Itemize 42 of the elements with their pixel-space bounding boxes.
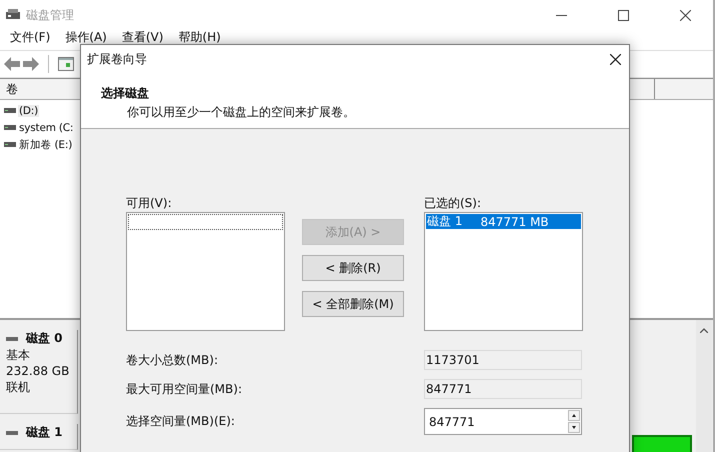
volume-item[interactable]: system (C: (18, 122, 74, 134)
drive-icon (4, 142, 16, 147)
disk-type: 基本 (6, 347, 31, 363)
menu-item[interactable]: 操作(A) (65, 30, 107, 44)
field-label: 最大可用空间量(MB): (126, 380, 243, 398)
spin-down-icon[interactable] (568, 422, 580, 433)
spin-up-icon[interactable] (568, 410, 580, 421)
disk-list-item[interactable]: 磁盘 1 847771 MB (426, 214, 581, 229)
disk-name: 磁盘 1 (26, 424, 63, 441)
scroll-up-icon[interactable] (700, 328, 708, 333)
available-list[interactable] (126, 212, 285, 331)
window-title: 磁盘管理 (26, 6, 74, 24)
list-label: 可用(V): (126, 196, 173, 210)
dialog-title: 扩展卷向导 (87, 50, 147, 68)
drive-icon (4, 108, 16, 113)
back-arrow-icon[interactable] (4, 57, 20, 71)
console-icon[interactable] (58, 57, 74, 71)
maximize-icon[interactable] (618, 10, 629, 20)
forward-arrow-icon[interactable] (23, 57, 39, 71)
drive-icon (4, 125, 16, 130)
field-label: 选择空间量(MB)(E): (126, 413, 236, 430)
readonly-field: 847771 (424, 379, 582, 399)
disk-status: 联机 (6, 379, 31, 395)
disk-name: 磁盘 0 (26, 330, 63, 347)
close-icon[interactable] (610, 54, 621, 64)
field-label: 卷大小总数(MB): (126, 352, 219, 368)
volume-item[interactable]: (D:) (18, 104, 40, 116)
menu-item[interactable]: 文件(F) (10, 30, 50, 44)
number-spinner[interactable]: 847771 (424, 408, 582, 435)
readonly-field: 1173701 (424, 350, 582, 370)
disk-size: 232.88 GB (6, 363, 70, 379)
volume-item[interactable]: 新加卷 (E:) (18, 138, 74, 152)
transfer-button[interactable]: < 删除(R) (302, 255, 404, 281)
disk-management-icon (6, 9, 20, 21)
close-icon[interactable] (680, 10, 691, 20)
menu-item[interactable]: 查看(V) (122, 30, 164, 44)
list-label: 已选的(S): (424, 196, 482, 210)
menu-item[interactable]: 帮助(H) (178, 30, 221, 44)
scrollbar[interactable] (696, 320, 712, 452)
step-heading: 选择磁盘 (101, 85, 150, 102)
step-description: 你可以用至少一个磁盘上的空间来扩展卷。 (127, 104, 356, 121)
transfer-button[interactable]: < 全部删除(M) (302, 291, 404, 317)
